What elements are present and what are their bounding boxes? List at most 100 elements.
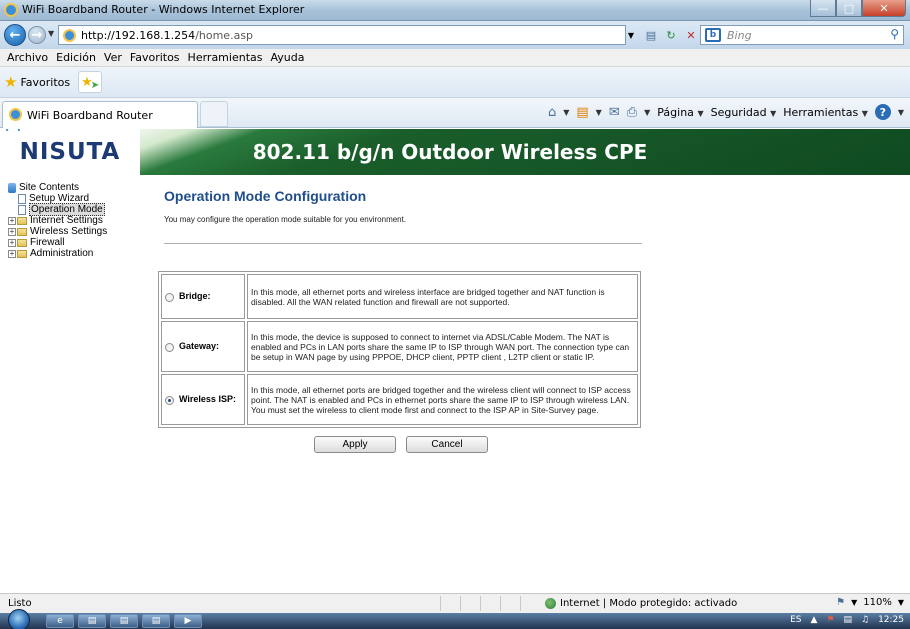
seguridad-dropdown-icon: ▼ [770,108,777,118]
seguridad-menu[interactable]: Seguridad ▼ [711,106,777,119]
tree-folder-firewall[interactable]: + Firewall [8,237,156,248]
help-icon[interactable]: ? [874,104,891,120]
bridge-radio[interactable] [165,292,174,302]
help-dropdown-icon[interactable]: ▼ [898,108,904,117]
expand-icon[interactable]: + [8,227,16,236]
tree-folder-label: Firewall [30,237,65,248]
add-favorite-button[interactable]: ★ ➤ [78,71,103,93]
mode-label: Bridge: [179,291,211,302]
herramientas-menu[interactable]: Herramientas ▼ [783,106,868,119]
feeds-icon[interactable]: ▤ [576,105,588,120]
system-tray: ES ▲ ⚑ ▤ ♫ 12:25 [790,615,904,625]
protected-mode-icon[interactable]: ⚑ [836,597,845,608]
menu-archivo[interactable]: Archivo [3,51,52,64]
menu-herramientas[interactable]: Herramientas [184,51,267,64]
volume-icon[interactable]: ♫ [861,615,869,625]
page-icon [18,204,26,215]
window-titlebar: WiFi Boardband Router - Windows Internet… [0,0,910,21]
pagina-dropdown-icon: ▼ [697,108,704,118]
tree-item-operation-mode[interactable]: Operation Mode [18,203,156,216]
back-button[interactable]: ← [4,24,26,46]
taskbar-apps: e ▤ ▤ ▤ ▶ [46,614,202,628]
maximize-button[interactable]: □ [836,0,862,17]
language-indicator[interactable]: ES [790,615,801,625]
compatibility-view-icon[interactable]: ▤ [642,26,660,44]
taskbar-app-icon[interactable]: ▤ [142,614,170,628]
menu-ver[interactable]: Ver [100,51,126,64]
expand-icon[interactable]: + [8,238,16,247]
mode-option-wireless-isp[interactable]: Wireless ISP: [161,374,245,425]
tree-root[interactable]: Site Contents [8,182,156,193]
menu-bar: Archivo Edición Ver Favoritos Herramient… [0,49,910,67]
favorites-button[interactable]: ★ Favoritos [4,73,70,91]
pagina-menu[interactable]: Página ▼ [657,106,703,119]
address-dropdown-icon[interactable]: ▼ [622,26,640,44]
window-title: WiFi Boardband Router - Windows Internet… [22,3,305,16]
forward-button[interactable]: → [28,26,46,44]
expand-icon[interactable]: + [8,216,16,225]
tab-wifi-router[interactable]: WiFi Boardband Router [2,101,198,128]
url-path: /home.asp [195,28,254,42]
tree-folder-internet-settings[interactable]: + Internet Settings [8,215,156,226]
product-title: 802.11 b/g/n Outdoor Wireless CPE [140,129,910,175]
tree-folder-wireless-settings[interactable]: + Wireless Settings [8,226,156,237]
tree-folder-administration[interactable]: + Administration [8,248,156,259]
add-arrow-icon: ➤ [90,79,100,91]
seguridad-label: Seguridad [710,105,767,119]
zoom-dropdown-icon[interactable]: ▼ [851,598,857,607]
status-separators [440,596,540,611]
zoom-control[interactable]: ⚑ ▼ 110% ▼ [836,597,904,608]
zoom-menu-icon[interactable]: ▼ [898,598,904,607]
menu-edicion[interactable]: Edición [52,51,100,64]
mode-option-bridge[interactable]: Bridge: [161,274,245,319]
windows-taskbar: e ▤ ▤ ▤ ▶ ES ▲ ⚑ ▤ ♫ 12:25 [0,609,910,629]
feeds-dropdown-icon[interactable]: ▼ [596,108,602,117]
security-zone[interactable]: Internet | Modo protegido: activado [545,598,737,609]
search-input[interactable]: b Bing ⚲ [700,25,904,45]
gateway-radio[interactable] [165,342,174,352]
address-input[interactable]: http://192.168.1.254/home.asp [58,25,626,45]
site-contents-tree: Site Contents Setup Wizard Operation Mod… [8,182,156,259]
minimize-button[interactable]: — [810,0,836,17]
favorites-star-icon: ★ [4,73,18,91]
taskbar-media-icon[interactable]: ▶ [174,614,202,628]
clock[interactable]: 12:25 [878,615,904,625]
wireless-isp-radio[interactable] [165,395,174,405]
taskbar-ie-icon[interactable]: e [46,614,74,628]
divider [164,243,642,244]
mail-icon[interactable]: ✉ [609,105,620,120]
expand-icon[interactable]: + [8,249,16,258]
home-dropdown-icon[interactable]: ▼ [563,108,569,117]
site-contents-icon [8,182,16,193]
main-content: Operation Mode Configuration You may con… [164,188,654,244]
herramientas-dropdown-icon: ▼ [861,108,868,118]
recent-pages-dropdown[interactable]: ▼ [48,29,54,38]
tray-expand-icon[interactable]: ▲ [810,615,817,625]
network-icon[interactable]: ▤ [843,615,852,625]
web-page: NISUTA 802.11 b/g/n Outdoor Wireless CPE… [0,129,910,593]
tree-folder-label: Internet Settings [30,215,103,226]
page-icon [18,193,26,204]
address-buttons: ▼ ▤ ↻ ✕ [622,25,700,45]
home-icon[interactable]: ⌂ [548,105,556,120]
new-tab-button[interactable] [200,101,228,127]
mode-row-bridge: Bridge: In this mode, all ethernet ports… [161,274,638,319]
start-button[interactable] [8,609,30,629]
taskbar-folder-icon[interactable]: ▤ [110,614,138,628]
page-favicon-icon [63,29,76,42]
taskbar-explorer-icon[interactable]: ▤ [78,614,106,628]
close-window-button[interactable]: ✕ [862,0,906,17]
url-domain: http://192.168.1.254 [81,28,196,42]
apply-button[interactable]: Apply [314,436,396,453]
action-center-icon[interactable]: ⚑ [826,615,834,625]
stop-icon[interactable]: ✕ [682,26,700,44]
mode-description: In this mode, all ethernet ports are bri… [247,374,638,425]
refresh-icon[interactable]: ↻ [662,26,680,44]
menu-favoritos[interactable]: Favoritos [126,51,184,64]
print-dropdown-icon[interactable]: ▼ [644,108,650,117]
print-icon[interactable]: ⎙ [627,105,637,120]
mode-option-gateway[interactable]: Gateway: [161,321,245,372]
cancel-button[interactable]: Cancel [406,436,488,453]
menu-ayuda[interactable]: Ayuda [266,51,308,64]
search-icon[interactable]: ⚲ [890,27,899,41]
